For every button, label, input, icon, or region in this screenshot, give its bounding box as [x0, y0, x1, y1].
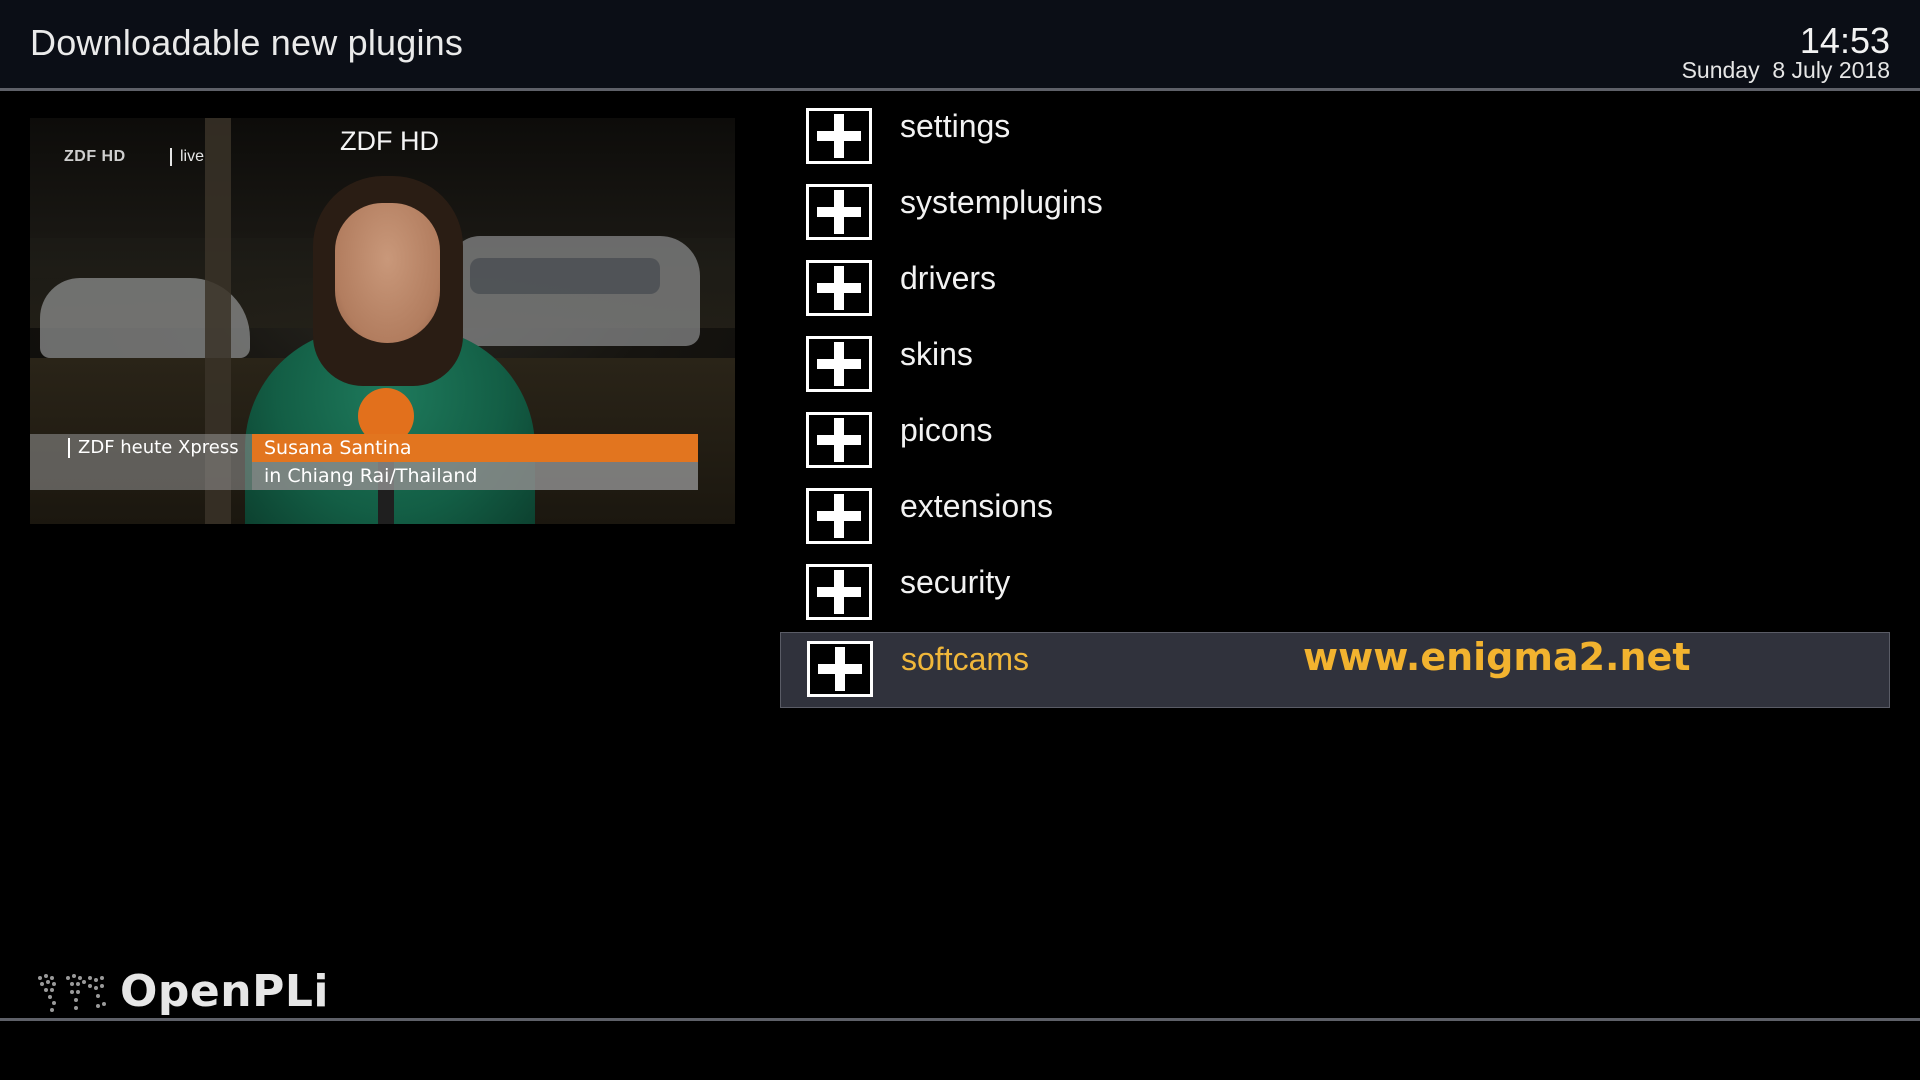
- list-item-settings[interactable]: settings: [780, 100, 1890, 176]
- live-badge: live: [170, 148, 204, 166]
- channel-name: ZDF HD: [340, 126, 439, 156]
- world-map-icon: [38, 974, 106, 1012]
- date: Sunday 8 July 2018: [1681, 57, 1890, 83]
- plugin-category-list[interactable]: settings systemplugins drivers skins pic…: [780, 100, 1890, 708]
- plus-icon: [806, 184, 872, 240]
- channel-logo: ZDF HD: [64, 148, 126, 165]
- plus-icon: [806, 488, 872, 544]
- brand-name: OpenPLi: [120, 966, 329, 1017]
- list-item-drivers[interactable]: drivers: [780, 252, 1890, 328]
- page-title: Downloadable new plugins: [30, 22, 464, 63]
- plus-icon: [806, 412, 872, 468]
- list-item-label: systemplugins: [900, 184, 1103, 220]
- footer-bar: [0, 1021, 1920, 1080]
- header: Downloadable new plugins 14:53 Sunday 8 …: [0, 0, 1920, 91]
- list-item-label: security: [900, 564, 1011, 600]
- list-item-label: softcams: [901, 641, 1030, 677]
- openpli-logo: OpenPLi: [30, 960, 330, 1020]
- list-item-picons[interactable]: picons: [780, 404, 1890, 480]
- list-item-systemplugins[interactable]: systemplugins: [780, 176, 1890, 252]
- reporter-name: Susana Santina: [264, 437, 412, 459]
- plus-icon: [806, 108, 872, 164]
- plus-icon: [806, 260, 872, 316]
- list-item-label: settings: [900, 108, 1011, 144]
- lower-third: ZDF heute Xpress Susana Santina in Chian…: [30, 434, 698, 490]
- list-item-label: skins: [900, 336, 973, 372]
- plus-icon: [807, 641, 873, 697]
- clock: 14:53: [1799, 20, 1890, 61]
- plus-icon: [806, 564, 872, 620]
- show-name: ZDF heute Xpress: [68, 438, 239, 458]
- watermark-text: www.enigma2.net: [1303, 635, 1691, 679]
- list-item-label: drivers: [900, 260, 997, 296]
- tv-preview: ZDF HD live ZDF HD ZDF heute Xpress Susa…: [30, 118, 735, 524]
- list-item-extensions[interactable]: extensions: [780, 480, 1890, 556]
- reporter-location: in Chiang Rai/Thailand: [264, 465, 478, 487]
- list-item-label: picons: [900, 412, 993, 448]
- plus-icon: [806, 336, 872, 392]
- list-item-label: extensions: [900, 488, 1053, 524]
- plugin-browser-screen: Downloadable new plugins 14:53 Sunday 8 …: [0, 0, 1920, 1080]
- list-item-security[interactable]: security: [780, 556, 1890, 632]
- list-item-skins[interactable]: skins: [780, 328, 1890, 404]
- list-item-softcams[interactable]: softcams www.enigma2.net: [780, 632, 1890, 708]
